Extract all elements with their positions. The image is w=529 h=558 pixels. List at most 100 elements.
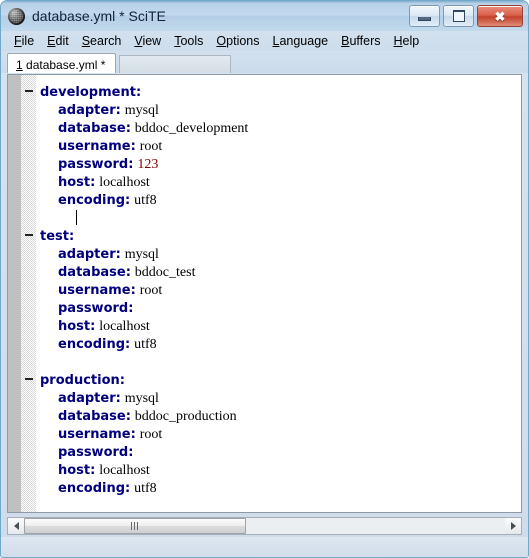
yaml-value: mysql [124, 103, 159, 118]
text-caret [76, 210, 77, 225]
code-line[interactable]: encoding: utf8 [36, 478, 521, 496]
code-line[interactable]: password: [36, 442, 521, 460]
code-line[interactable]: username: root [36, 280, 521, 298]
scroll-left-arrow-icon[interactable] [8, 518, 24, 534]
code-line[interactable]: encoding: utf8 [36, 190, 521, 208]
menu-item-options[interactable]: Options [210, 33, 266, 49]
minimize-icon [418, 16, 431, 21]
scroll-right-arrow-icon[interactable] [505, 518, 521, 534]
horizontal-scrollbar[interactable] [7, 517, 522, 535]
yaml-value: localhost [99, 175, 150, 190]
menu-item-file[interactable]: File [8, 33, 41, 49]
yaml-key: test: [40, 229, 75, 244]
code-text[interactable]: development: adapter: mysql database: bddo… [25, 75, 521, 512]
yaml-value: bddoc_production [134, 409, 237, 424]
menu-item-tools[interactable]: Tools [168, 33, 210, 49]
yaml-key: password: [58, 157, 134, 172]
yaml-key: username: [58, 427, 136, 442]
code-line[interactable]: adapter: mysql [36, 388, 521, 406]
yaml-value: bddoc_test [134, 265, 196, 280]
yaml-value: root [139, 139, 163, 154]
fold-margin[interactable] [21, 75, 36, 512]
yaml-value: utf8 [134, 193, 157, 208]
yaml-value: mysql [124, 391, 159, 406]
yaml-key: host: [58, 319, 96, 334]
yaml-key: encoding: [58, 481, 131, 496]
fold-collapse-icon[interactable] [25, 378, 33, 380]
code-line[interactable] [36, 208, 521, 226]
yaml-value: localhost [99, 463, 150, 478]
code-line[interactable]: database: bddoc_development [36, 118, 521, 136]
code-line[interactable]: test: [25, 226, 521, 244]
title-bar[interactable]: database.yml * SciTE ✖ [1, 1, 528, 31]
code-line[interactable]: username: root [36, 136, 521, 154]
code-line[interactable] [36, 352, 521, 370]
yaml-key: production: [40, 373, 125, 388]
code-line[interactable]: password: [36, 298, 521, 316]
menu-item-view[interactable]: View [128, 33, 168, 49]
window-controls: ✖ [409, 5, 523, 27]
yaml-value: utf8 [134, 337, 157, 352]
scite-sphere-icon [8, 7, 25, 25]
code-line[interactable]: development: [25, 82, 521, 100]
tab-number: 1 [16, 57, 23, 72]
tab-modified-marker: * [100, 57, 106, 72]
yaml-value: root [139, 283, 163, 298]
yaml-key: database: [58, 121, 131, 136]
code-line[interactable]: username: root [36, 424, 521, 442]
yaml-key: database: [58, 409, 131, 424]
code-line[interactable]: password: 123 [36, 154, 521, 172]
tab-bar-filler [119, 55, 232, 73]
close-icon: ✖ [494, 8, 506, 24]
code-line[interactable]: adapter: mysql [36, 100, 521, 118]
editor-area[interactable]: development: adapter: mysql database: bddo… [7, 74, 522, 513]
menu-bar: File Edit Search View Tools Options Lang… [1, 31, 528, 51]
code-line[interactable]: host: localhost [36, 460, 521, 478]
tab-database-yml[interactable]: 1 database.yml * [7, 53, 117, 73]
code-line[interactable]: database: bddoc_production [36, 406, 521, 424]
code-line[interactable]: encoding: utf8 [36, 334, 521, 352]
tab-filename: database.yml [26, 57, 98, 72]
yaml-key: development: [40, 85, 142, 100]
window-title: database.yml * SciTE [32, 8, 166, 24]
menu-item-language[interactable]: Language [267, 33, 336, 49]
menu-item-buffers[interactable]: Buffers [335, 33, 387, 49]
maximize-button[interactable] [443, 5, 474, 27]
yaml-key: database: [58, 265, 131, 280]
yaml-key: encoding: [58, 193, 131, 208]
yaml-number-value: 123 [137, 157, 159, 172]
yaml-key: host: [58, 463, 96, 478]
yaml-key: adapter: [58, 391, 121, 406]
scrollbar-track[interactable] [24, 518, 505, 534]
yaml-key: host: [58, 175, 96, 190]
code-line[interactable]: database: bddoc_test [36, 262, 521, 280]
scrollbar-thumb[interactable] [24, 518, 246, 534]
status-bar [1, 537, 528, 557]
menu-item-help[interactable]: Help [388, 33, 427, 49]
yaml-value: bddoc_development [134, 121, 249, 136]
menu-item-edit[interactable]: Edit [41, 33, 76, 49]
code-line[interactable]: production: [25, 370, 521, 388]
minimize-button[interactable] [409, 5, 440, 27]
tab-bar: 1 database.yml * [1, 51, 528, 73]
yaml-key: username: [58, 139, 136, 154]
fold-collapse-icon[interactable] [25, 90, 33, 92]
code-line[interactable]: host: localhost [36, 172, 521, 190]
selection-margin[interactable] [8, 75, 21, 512]
yaml-value: localhost [99, 319, 150, 334]
yaml-key: adapter: [58, 247, 121, 262]
fold-collapse-icon[interactable] [25, 234, 33, 236]
yaml-key: username: [58, 283, 136, 298]
yaml-key: adapter: [58, 103, 121, 118]
code-line[interactable]: adapter: mysql [36, 244, 521, 262]
yaml-key: password: [58, 445, 134, 460]
yaml-value: mysql [124, 247, 159, 262]
yaml-key: password: [58, 301, 134, 316]
scrollbar-grip-icon [130, 522, 140, 530]
yaml-key: encoding: [58, 337, 131, 352]
yaml-value: utf8 [134, 481, 157, 496]
code-line[interactable]: host: localhost [36, 316, 521, 334]
menu-item-search[interactable]: Search [76, 33, 129, 49]
maximize-icon [452, 10, 465, 22]
close-button[interactable]: ✖ [477, 5, 523, 27]
